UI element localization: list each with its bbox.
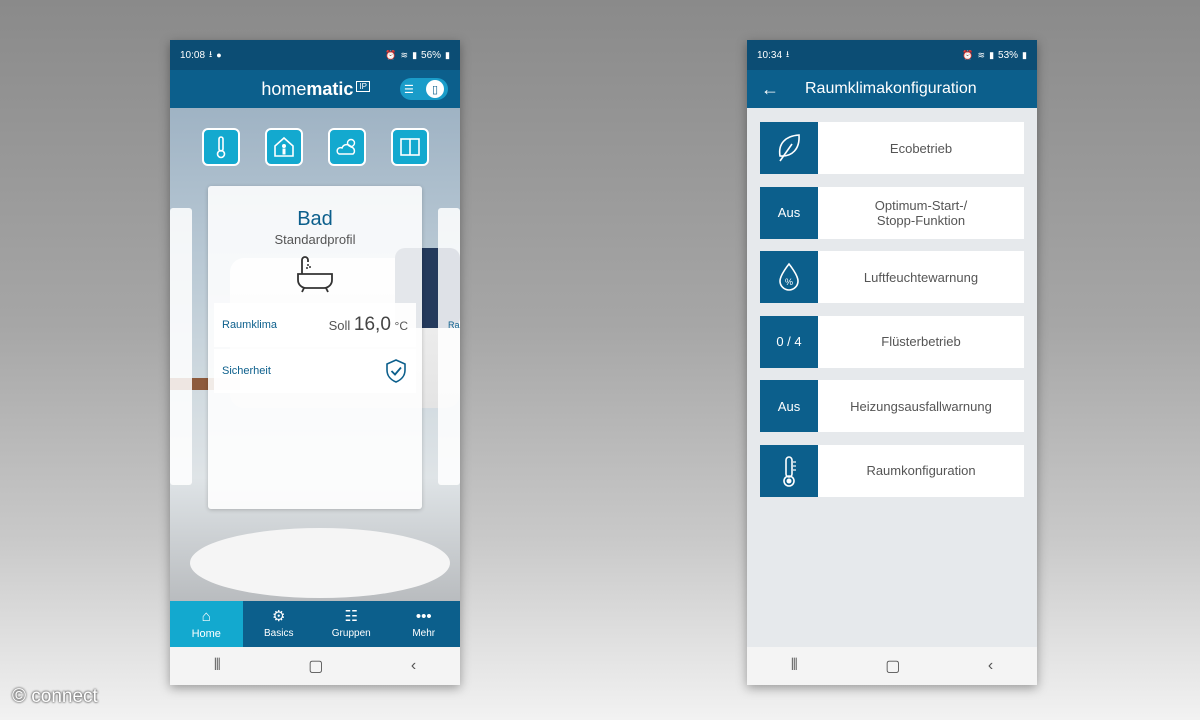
shield-check-icon [386, 359, 406, 383]
weather-icon[interactable] [328, 128, 366, 166]
config-list: Ecobetrieb Aus Optimum-Start-/Stopp-Funk… [760, 122, 1024, 510]
soll-label: Soll [328, 318, 351, 333]
config-item-fluesterbetrieb[interactable]: 0 / 4 Flüsterbetrieb [760, 315, 1024, 368]
bathtub-icon [297, 256, 333, 293]
status-bar: 10:34 ⭳ ⏰ ≋ ▮ 53% ▮ [747, 40, 1037, 70]
system-navigation: ⦀ ▢ ‹ [747, 647, 1037, 685]
room-background: Ra Bad Standardprofil Raumklima Soll 16,… [170, 108, 460, 601]
download-icon: ⭳ [209, 49, 213, 59]
room-card-previous[interactable] [170, 208, 192, 485]
alarm-icon: ⏰ [962, 49, 974, 60]
gear-icon: ⚙ [272, 608, 286, 625]
config-item-raumkonfiguration[interactable]: Raumkonfiguration [760, 444, 1024, 497]
background-rug [190, 528, 450, 598]
config-label-text: Optimum-Start-/Stopp-Funktion [874, 197, 968, 228]
logo-text-regular: home [261, 78, 307, 99]
signal-icon: ▮ [412, 49, 418, 60]
humidity-icon: % [760, 251, 818, 304]
bottom-navigation: ⌂ Home ⚙ Basics ☷ Gruppen ••• Mehr [170, 601, 460, 647]
system-navigation: ⦀ ▢ ‹ [170, 647, 460, 685]
nav-basics[interactable]: ⚙ Basics [243, 601, 316, 647]
home-button-icon[interactable]: ▢ [308, 656, 323, 676]
config-label: Optimum-Start-/Stopp-Funktion [818, 187, 1024, 239]
sicherheit-label: Sicherheit [222, 365, 271, 377]
nav-gruppen-label: Gruppen [331, 628, 371, 639]
leaf-icon [760, 122, 818, 174]
house-person-icon[interactable] [265, 128, 303, 166]
nav-mehr[interactable]: ••• Mehr [388, 601, 461, 647]
recent-apps-icon[interactable]: ⦀ [214, 657, 221, 675]
download-icon: ⭳ [786, 49, 790, 59]
nav-home[interactable]: ⌂ Home [170, 601, 243, 647]
raumklima-row[interactable]: Raumklima Soll 16,0 °C [214, 303, 416, 347]
svg-text:%: % [785, 277, 793, 287]
more-icon: ••• [415, 608, 432, 625]
room-card-next[interactable]: Ra [438, 208, 460, 485]
config-item-luftfeuchtewarnung[interactable]: % Luftfeuchtewarnung [760, 251, 1024, 304]
config-label: Heizungsausfallwarnung [850, 398, 992, 414]
signal-icon: ▮ [989, 49, 995, 60]
battery-level: 53% [998, 49, 1019, 61]
home-button-icon[interactable]: ▢ [885, 656, 900, 676]
config-label: Flüsterbetrieb [881, 334, 961, 350]
nav-mehr-label: Mehr [412, 628, 436, 639]
thermometer-icon [760, 444, 818, 497]
config-status-badge: 0 / 4 [760, 315, 818, 368]
back-icon[interactable]: ‹ [988, 657, 993, 675]
logo-badge: IP [356, 80, 370, 92]
category-bar [202, 128, 429, 166]
nav-basics-label: Basics [264, 628, 294, 639]
nav-gruppen[interactable]: ☷ Gruppen [315, 601, 388, 647]
groups-icon: ☷ [344, 608, 358, 625]
window-icon[interactable] [391, 128, 429, 166]
battery-icon: ▮ [1022, 49, 1027, 60]
logo-text-bold: matic [306, 78, 354, 99]
battery-icon: ▮ [445, 49, 450, 60]
status-bar: 10:08 ⭳ ● ⏰ ≋ ▮ 56% ▮ [170, 40, 460, 70]
config-item-heizungsausfallwarnung[interactable]: Aus Heizungsausfallwarnung [760, 380, 1024, 433]
config-label: Raumkonfiguration [866, 463, 976, 479]
config-label: Ecobetrieb [889, 140, 953, 156]
raumklima-label: Raumklima [222, 319, 278, 331]
sicherheit-row[interactable]: Sicherheit [214, 349, 416, 393]
config-item-ecobetrieb[interactable]: Ecobetrieb [760, 122, 1024, 174]
page-title: Raumklimakonfiguration [805, 80, 977, 97]
card-view-icon[interactable]: ▯ [426, 80, 444, 98]
next-card-label: Ra [448, 320, 460, 330]
room-name: Bad [297, 208, 333, 230]
back-arrow-icon[interactable]: ← [747, 79, 793, 100]
home-icon: ⌂ [201, 607, 211, 625]
battery-level: 56% [421, 49, 442, 61]
soll-unit: °C [394, 319, 408, 333]
notification-icon: ● [216, 50, 222, 60]
alarm-icon: ⏰ [385, 49, 397, 60]
config-item-optimum-start-stopp[interactable]: Aus Optimum-Start-/Stopp-Funktion [760, 186, 1024, 239]
wifi-icon: ≋ [977, 49, 986, 60]
config-label: Luftfeuchtewarnung [863, 269, 979, 285]
config-status-badge: Aus [760, 380, 818, 433]
app-header: ← Raumklimakonfiguration [747, 70, 1037, 108]
phone-config-screen: 10:34 ⭳ ⏰ ≋ ▮ 53% ▮ ← Raumklimakonfigura… [747, 40, 1037, 685]
back-icon[interactable]: ‹ [411, 657, 416, 675]
room-card-bad[interactable]: Bad Standardprofil Raumklima Soll 16,0 °… [208, 186, 422, 509]
soll-value: 16,0 [353, 314, 391, 335]
app-header: home matic IP ☰ ▯ [170, 70, 460, 108]
status-time: 10:08 [180, 49, 206, 61]
config-status-badge: Aus [760, 186, 818, 239]
nav-home-label: Home [191, 627, 221, 640]
thermometer-icon[interactable] [202, 128, 240, 166]
setpoint-display: Soll 16,0 °C [329, 314, 408, 336]
homematic-logo: home matic IP [261, 79, 370, 100]
room-profile: Standardprofil [274, 232, 356, 247]
view-toggle[interactable]: ☰ ▯ [400, 78, 448, 100]
status-time: 10:34 [757, 49, 783, 61]
copyright-watermark: © connect [12, 686, 98, 707]
wifi-icon: ≋ [400, 49, 409, 60]
phone-home-screen: 10:08 ⭳ ● ⏰ ≋ ▮ 56% ▮ homematicIP ☰ ▯ [170, 40, 460, 685]
recent-apps-icon[interactable]: ⦀ [791, 657, 798, 675]
list-view-icon[interactable]: ☰ [404, 83, 414, 96]
